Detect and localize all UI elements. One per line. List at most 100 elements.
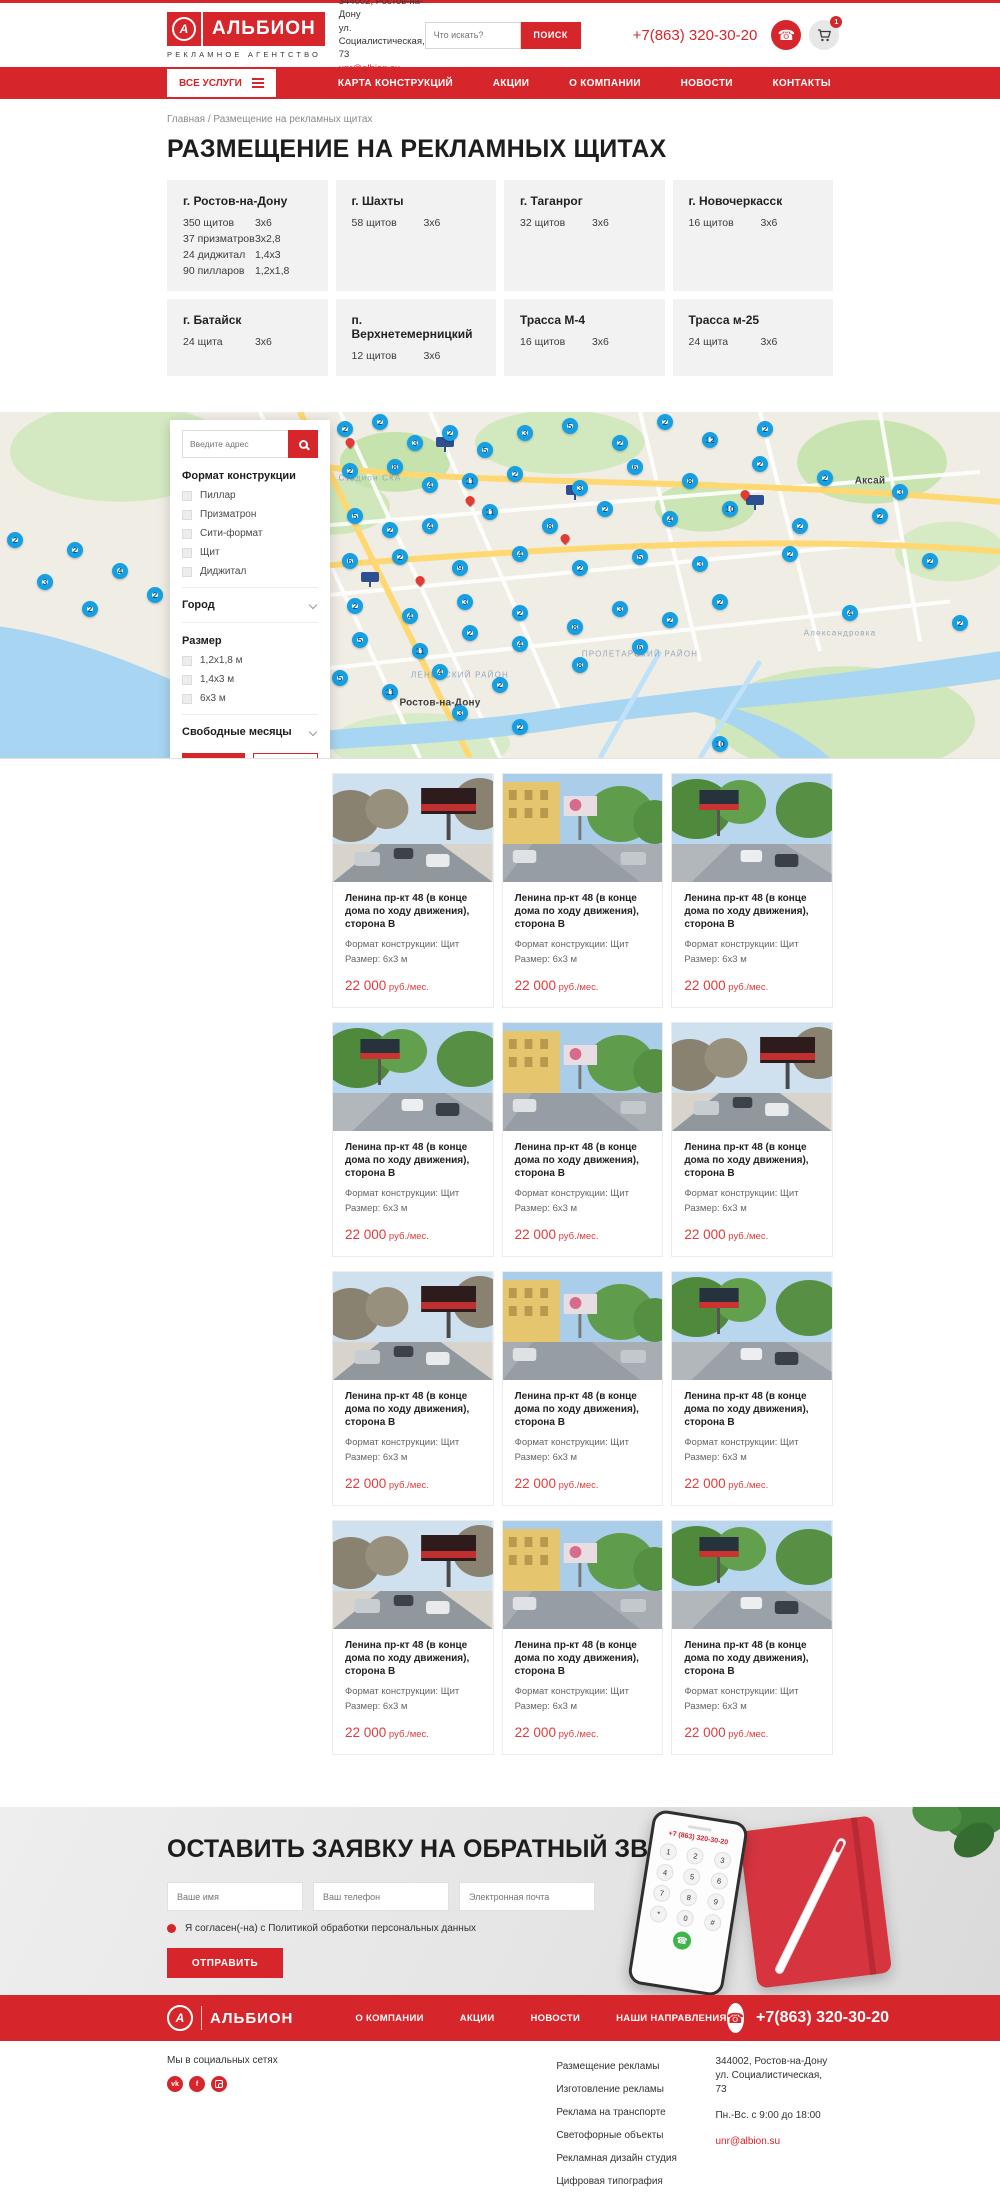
map-cluster-marker[interactable]: 2 <box>67 542 83 558</box>
product-title[interactable]: Ленина пр-кт 48 (в конце дома по ходу дв… <box>345 892 481 931</box>
map-cluster-marker[interactable]: 12 <box>702 432 718 448</box>
map-cluster-marker[interactable]: 9 <box>452 560 468 576</box>
map-cluster-marker[interactable]: 2 <box>492 677 508 693</box>
map-cluster-marker[interactable]: 2 <box>952 615 968 631</box>
map-cluster-marker[interactable]: 3 <box>452 705 468 721</box>
footer-bar-nav-item[interactable]: НОВОСТИ <box>531 2013 581 2024</box>
city-card[interactable]: Трасса М-416 щитов3х6 <box>504 299 665 376</box>
product-card[interactable]: Ленина пр-кт 48 (в конце дома по ходу дв… <box>671 773 833 1008</box>
map-cluster-marker[interactable]: 2 <box>462 625 478 641</box>
all-services-button[interactable]: ВСЕ УСЛУГИ <box>167 69 276 97</box>
footer-link[interactable]: Цифровая типография <box>556 2170 712 2193</box>
map-cluster-marker[interactable]: 2 <box>147 587 163 603</box>
map-cluster-marker[interactable]: 2 <box>342 463 358 479</box>
map-cluster-marker[interactable]: 2 <box>922 553 938 569</box>
checkbox[interactable] <box>182 548 192 558</box>
product-photo[interactable] <box>672 1521 832 1629</box>
map-cluster-marker[interactable]: 8 <box>387 459 403 475</box>
map-cluster-marker[interactable]: 4 <box>402 608 418 624</box>
map-cluster-marker[interactable]: 8 <box>572 657 588 673</box>
footer-link[interactable]: Изготовление рекламы <box>556 2078 712 2101</box>
map-cluster-marker[interactable]: 11 <box>412 643 428 659</box>
map-cluster-marker[interactable]: 2 <box>507 466 523 482</box>
product-card[interactable]: Ленина пр-кт 48 (в конце дома по ходу дв… <box>502 1520 664 1755</box>
filter-format-option[interactable]: Диджитал <box>182 566 318 577</box>
map-cluster-marker[interactable]: 2 <box>792 518 808 534</box>
header-phone[interactable]: +7(863) 320-30-20 <box>633 27 758 44</box>
city-card[interactable]: г. Ростов-на-Дону350 щитов3х637 призматр… <box>167 180 328 291</box>
product-card[interactable]: Ленина пр-кт 48 (в конце дома по ходу дв… <box>502 773 664 1008</box>
search-input[interactable] <box>425 22 521 49</box>
filter-months-toggle[interactable]: Свободные месяцы <box>182 714 318 749</box>
map-cluster-marker[interactable]: 5 <box>352 632 368 648</box>
map-cluster-marker[interactable]: 2 <box>337 421 353 437</box>
map-cluster-marker[interactable]: 2 <box>392 549 408 565</box>
footer-phone-number[interactable]: +7(863) 320-30-20 <box>756 2009 889 2027</box>
map-cluster-marker[interactable]: 2 <box>572 560 588 576</box>
map-cluster-marker[interactable]: 3 <box>37 574 53 590</box>
product-photo[interactable] <box>503 774 663 882</box>
city-card[interactable]: п. Верхнетемерницкий12 щитов3х6 <box>336 299 497 376</box>
filter-format-option[interactable]: Пиллар <box>182 490 318 501</box>
cart-button[interactable]: 1 <box>809 20 839 50</box>
map-cluster-marker[interactable]: 2 <box>372 414 388 430</box>
checkbox[interactable] <box>182 491 192 501</box>
map-cluster-marker[interactable]: 2 <box>712 594 728 610</box>
nav-item[interactable]: АКЦИИ <box>493 78 530 89</box>
map-cluster-marker[interactable]: 2 <box>662 612 678 628</box>
map-cluster-marker[interactable]: 2 <box>817 470 833 486</box>
map-section[interactable]: Стадион СКАЛЕНИНСКИЙ РАЙОНПРОЛЕТАРСКИЙ Р… <box>0 412 1000 759</box>
map-cluster-marker[interactable]: 2 <box>382 522 398 538</box>
map-cluster-marker[interactable]: 5 <box>347 508 363 524</box>
product-title[interactable]: Ленина пр-кт 48 (в конце дома по ходу дв… <box>684 1639 820 1678</box>
search-button[interactable]: ПОИСК <box>521 22 581 49</box>
map-cluster-marker[interactable]: 4 <box>422 477 438 493</box>
map-cluster-marker[interactable]: 2 <box>782 546 798 562</box>
map-address-search-button[interactable] <box>288 430 318 458</box>
map-cluster-marker[interactable]: 10 <box>722 501 738 517</box>
map-cluster-marker[interactable]: 4 <box>842 605 858 621</box>
city-card[interactable]: г. Шахты58 щитов3х6 <box>336 180 497 291</box>
product-title[interactable]: Ленина пр-кт 48 (в конце дома по ходу дв… <box>345 1141 481 1180</box>
product-photo[interactable] <box>333 774 493 882</box>
map-cluster-marker[interactable]: 2 <box>512 605 528 621</box>
map-cluster-marker[interactable]: 3 <box>517 425 533 441</box>
map-cluster-marker[interactable]: 2 <box>597 501 613 517</box>
filter-format-option[interactable]: Щит <box>182 547 318 558</box>
footer-link[interactable]: Рекламная дизайн студия <box>556 2147 712 2170</box>
map-cluster-marker[interactable]: 4 <box>422 518 438 534</box>
checkbox[interactable] <box>182 694 192 704</box>
checkbox[interactable] <box>182 510 192 520</box>
filter-format-option[interactable]: Сити-формат <box>182 528 318 539</box>
city-card[interactable]: г. Новочеркасск16 щитов3х6 <box>673 180 834 291</box>
submit-button[interactable]: ОТПРАВИТЬ <box>167 1948 283 1978</box>
product-title[interactable]: Ленина пр-кт 48 (в конце дома по ходу дв… <box>684 1390 820 1429</box>
product-photo[interactable] <box>672 774 832 882</box>
map-tag-marker[interactable] <box>361 572 379 582</box>
logo[interactable]: A АЛЬБИОН РЕКЛАМНОЕ АГЕНТСТВО <box>167 12 325 59</box>
checkbox[interactable] <box>182 529 192 539</box>
instagram-icon[interactable] <box>211 2076 227 2092</box>
nav-item[interactable]: О КОМПАНИИ <box>569 78 641 89</box>
map-cluster-marker[interactable]: 5 <box>562 418 578 434</box>
filter-city-toggle[interactable]: Город <box>182 587 318 622</box>
map-cluster-marker[interactable]: 2 <box>347 598 363 614</box>
filter-size-option[interactable]: 1,2х1,8 м <box>182 655 318 666</box>
map-cluster-marker[interactable]: 5 <box>332 670 348 686</box>
phone-field[interactable] <box>313 1882 449 1911</box>
product-title[interactable]: Ленина пр-кт 48 (в конце дома по ходу дв… <box>345 1390 481 1429</box>
product-title[interactable]: Ленина пр-кт 48 (в конце дома по ходу дв… <box>515 892 651 931</box>
map-address-input[interactable] <box>182 430 288 458</box>
footer-email-link[interactable]: unr@albion.su <box>715 2135 833 2149</box>
product-photo[interactable] <box>672 1272 832 1380</box>
nav-item[interactable]: КАРТА КОНСТРУКЦИЙ <box>338 78 453 89</box>
filter-format-option[interactable]: Призматрон <box>182 509 318 520</box>
map-cluster-marker[interactable]: 2 <box>512 719 528 735</box>
map-cluster-marker[interactable]: 3 <box>692 556 708 572</box>
map-cluster-marker[interactable]: 4 <box>432 664 448 680</box>
map-cluster-marker[interactable]: 3 <box>407 435 423 451</box>
map-cluster-marker[interactable]: 2 <box>612 435 628 451</box>
checkbox[interactable] <box>182 567 192 577</box>
filter-show-button[interactable]: ПОКАЗАТЬ <box>182 753 245 759</box>
footer-link[interactable]: Размещение рекламы <box>556 2055 712 2078</box>
